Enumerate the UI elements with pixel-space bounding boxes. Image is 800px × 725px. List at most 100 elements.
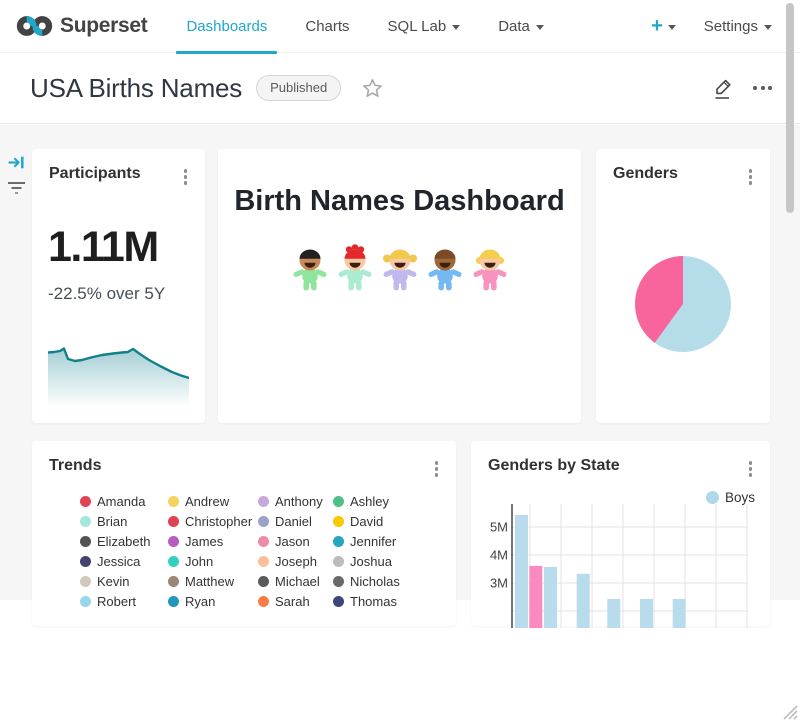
child-emoji (470, 243, 510, 292)
legend-dot (258, 556, 269, 567)
trends-card: Trends Amanda Andrew Anthony Ashley Brian Chr… (32, 441, 456, 626)
legend-dot (168, 496, 179, 507)
expand-filter-bar-button[interactable] (7, 153, 26, 177)
nav-item-charts[interactable]: Charts (286, 0, 368, 53)
legend-item-brian[interactable]: Brian (80, 511, 168, 531)
card-menu-button[interactable] (743, 457, 759, 481)
dot (768, 86, 772, 90)
nav-item-sql-lab[interactable]: SQL Lab (369, 0, 480, 53)
legend-item-amanda[interactable]: Amanda (80, 491, 168, 511)
edit-dashboard-button[interactable] (713, 77, 734, 100)
expand-right-icon (7, 153, 26, 172)
legend-item-david[interactable]: David (333, 511, 400, 531)
legend-item-elizabeth[interactable]: Elizabeth (80, 531, 168, 551)
legend-item-sarah[interactable]: Sarah (258, 591, 333, 611)
legend-dot (168, 596, 179, 607)
svg-text:4M: 4M (490, 548, 508, 563)
header-actions (713, 77, 774, 100)
card-menu-button[interactable] (178, 165, 194, 189)
legend-label: James (185, 534, 223, 549)
chevron-down-icon (536, 25, 544, 30)
legend-item-thomas[interactable]: Thomas (333, 591, 400, 611)
legend-item-nicholas[interactable]: Nicholas (333, 571, 400, 591)
participants-sparkline-chart[interactable] (48, 342, 189, 409)
legend-label: Joseph (275, 554, 317, 569)
more-actions-button[interactable] (751, 82, 774, 94)
legend-item-joseph[interactable]: Joseph (258, 551, 333, 571)
legend-item-joshua[interactable]: Joshua (333, 551, 400, 571)
participants-card: Participants 1.11M -22.5% over 5Y (32, 149, 205, 423)
legend-dot (333, 596, 344, 607)
legend-item-anthony[interactable]: Anthony (258, 491, 333, 511)
favorite-star-button[interactable] (362, 78, 383, 99)
nav-item-label: Dashboards (186, 18, 267, 35)
resize-handle[interactable] (780, 702, 798, 725)
legend-label: Anthony (275, 494, 323, 509)
child-emoji (290, 243, 330, 292)
legend-label: Nicholas (350, 574, 400, 589)
legend-dot (333, 536, 344, 547)
superset-logo[interactable]: Superset (16, 14, 147, 38)
big-number: 1.11M (48, 223, 158, 272)
legend-label: Amanda (97, 494, 145, 509)
legend-item-ashley[interactable]: Ashley (333, 491, 400, 511)
legend-item-john[interactable]: John (168, 551, 258, 571)
dot (753, 86, 757, 90)
nav-item-data[interactable]: Data (479, 0, 563, 53)
settings-menu[interactable]: Settings (704, 18, 772, 35)
legend-dot (258, 496, 269, 507)
legend-dot (80, 576, 91, 587)
legend-dot (168, 556, 179, 567)
chevron-down-icon (668, 25, 676, 30)
card-title: Participants (49, 165, 141, 183)
legend-item-jessica[interactable]: Jessica (80, 551, 168, 571)
child-emoji (425, 243, 465, 292)
legend-label: Ryan (185, 594, 215, 609)
legend-dot (168, 576, 179, 587)
legend-label: Jennifer (350, 534, 396, 549)
legend-label: Joshua (350, 554, 392, 569)
new-item-button[interactable]: + (651, 16, 676, 36)
legend-item-matthew[interactable]: Matthew (168, 571, 258, 591)
svg-text:3M: 3M (490, 576, 508, 591)
genders-card: Genders (596, 149, 770, 423)
filter-button[interactable] (7, 181, 26, 201)
legend-label: Michael (275, 574, 320, 589)
legend-label: Brian (97, 514, 127, 529)
nav-item-label: Charts (305, 18, 349, 35)
big-number-subheader: -22.5% over 5Y (48, 284, 165, 304)
children-emoji-row (218, 243, 581, 292)
legend-item-michael[interactable]: Michael (258, 571, 333, 591)
page-title: USA Births Names (30, 73, 242, 104)
settings-label: Settings (704, 18, 758, 35)
legend-label: Thomas (350, 594, 397, 609)
top-navbar: Superset Dashboards Charts SQL LabData + S… (0, 0, 800, 53)
legend-item-christopher[interactable]: Christopher (168, 511, 258, 531)
child-emoji (380, 243, 420, 292)
legend-item-ryan[interactable]: Ryan (168, 591, 258, 611)
legend-item-daniel[interactable]: Daniel (258, 511, 333, 531)
nav-right: + Settings (651, 16, 800, 36)
legend-dot (168, 516, 179, 527)
genders-pie-chart[interactable] (596, 149, 770, 428)
legend-dot (258, 516, 269, 527)
brand-name: Superset (60, 14, 147, 38)
legend-item-james[interactable]: James (168, 531, 258, 551)
legend-dot (80, 596, 91, 607)
card-title: Trends (49, 457, 101, 475)
nav-item-dashboards[interactable]: Dashboards (167, 0, 286, 53)
card-menu-button[interactable] (429, 457, 445, 481)
legend-label: Daniel (275, 514, 312, 529)
legend-label: David (350, 514, 383, 529)
published-badge[interactable]: Published (256, 75, 341, 101)
legend-item-kevin[interactable]: Kevin (80, 571, 168, 591)
dashboard-header: USA Births Names Published (0, 53, 800, 124)
legend-item-robert[interactable]: Robert (80, 591, 168, 611)
page-scrollbar[interactable] (786, 3, 794, 213)
legend-item-jennifer[interactable]: Jennifer (333, 531, 400, 551)
genders-by-state-bar-chart[interactable]: 5M4M3M (471, 496, 770, 633)
markdown-card: Birth Names Dashboard (218, 149, 581, 423)
legend-dot (333, 576, 344, 587)
legend-item-andrew[interactable]: Andrew (168, 491, 258, 511)
legend-item-jason[interactable]: Jason (258, 531, 333, 551)
